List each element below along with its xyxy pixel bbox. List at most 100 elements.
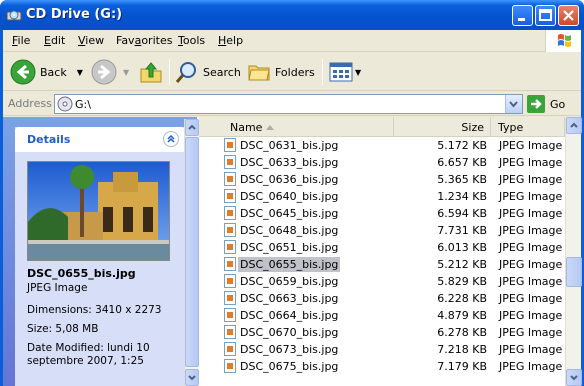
- back-button[interactable]: Back ▼: [10, 58, 83, 86]
- folders-button[interactable]: Folders: [247, 58, 315, 86]
- back-dropdown-arrow[interactable]: ▼: [77, 68, 83, 77]
- file-type: JPEG Image: [499, 292, 563, 305]
- image-thumbnail: [27, 161, 170, 261]
- file-row[interactable]: DSC_0631_bis.jpg 5.172 KB JPEG Image: [199, 137, 565, 154]
- file-size: 5.172 KB: [437, 139, 487, 152]
- scroll-up-button[interactable]: [185, 119, 199, 136]
- column-name[interactable]: Name: [199, 117, 394, 136]
- jpeg-file-icon: [224, 308, 236, 322]
- details-file-type: JPEG Image: [27, 282, 88, 294]
- title-bar[interactable]: CD Drive (G:): [0, 0, 584, 30]
- file-row[interactable]: DSC_0670_bis.jpg 6.278 KB JPEG Image: [199, 324, 565, 341]
- menu-view[interactable]: View: [78, 34, 104, 47]
- file-size: 6.228 KB: [437, 292, 487, 305]
- task-pane: Details DSC_0655_bis.jpg JPEG Image Dime…: [3, 117, 199, 386]
- file-row[interactable]: DSC_0675_bis.jpg 7.179 KB JPEG Image: [199, 358, 565, 375]
- scroll-thumb[interactable]: [185, 137, 199, 367]
- file-row[interactable]: DSC_0645_bis.jpg 6.594 KB JPEG Image: [199, 205, 565, 222]
- file-size: 7.218 KB: [437, 343, 487, 356]
- file-name: DSC_0663_bis.jpg: [240, 292, 339, 305]
- address-input[interactable]: G:\: [54, 94, 523, 114]
- column-type[interactable]: Type: [491, 117, 565, 136]
- toolbar-separator: [322, 59, 323, 85]
- content-area: Details DSC_0655_bis.jpg JPEG Image Dime…: [3, 117, 582, 386]
- scroll-up-button[interactable]: [566, 117, 582, 134]
- back-arrow-icon: [10, 59, 36, 85]
- file-row[interactable]: DSC_0640_bis.jpg 1.234 KB JPEG Image: [199, 188, 565, 205]
- up-folder-icon: [140, 62, 162, 83]
- search-button[interactable]: Search: [175, 58, 241, 86]
- collapse-icon[interactable]: [163, 131, 179, 147]
- file-name: DSC_0633_bis.jpg: [240, 156, 339, 169]
- file-size: 6.013 KB: [437, 241, 487, 254]
- menu-bar: File Edit View Favaorites Tools Help: [3, 30, 581, 52]
- file-name: DSC_0648_bis.jpg: [240, 224, 339, 237]
- menu-help[interactable]: Help: [218, 34, 243, 47]
- windows-logo: [545, 30, 581, 52]
- details-dimensions: Dimensions: 3410 x 2273: [27, 304, 162, 316]
- go-arrow-icon: [527, 95, 545, 113]
- jpeg-file-icon: [224, 138, 236, 152]
- details-file-name: DSC_0655_bis.jpg: [27, 267, 136, 280]
- folders-label: Folders: [275, 65, 315, 79]
- file-name: DSC_0655_bis.jpg: [238, 257, 341, 272]
- task-pane-scrollbar[interactable]: [184, 119, 199, 386]
- jpeg-file-icon: [224, 325, 236, 339]
- views-button[interactable]: ▼: [329, 58, 361, 86]
- menu-file[interactable]: File: [12, 34, 30, 47]
- scroll-down-button[interactable]: [185, 369, 199, 386]
- column-header: Name Size Type: [199, 117, 565, 137]
- file-row[interactable]: DSC_0663_bis.jpg 6.228 KB JPEG Image: [199, 290, 565, 307]
- forward-button[interactable]: ▼: [91, 58, 129, 86]
- scroll-down-button[interactable]: [566, 369, 582, 386]
- go-button[interactable]: Go: [527, 94, 565, 114]
- jpeg-file-icon: [224, 359, 236, 373]
- jpeg-file-icon: [224, 206, 236, 220]
- cd-icon: [57, 96, 73, 112]
- details-header[interactable]: Details: [15, 127, 185, 152]
- file-size: 5.365 KB: [437, 173, 487, 186]
- file-name: DSC_0670_bis.jpg: [240, 326, 339, 339]
- file-row[interactable]: DSC_0655_bis.jpg 5.212 KB JPEG Image: [199, 256, 565, 273]
- details-date-modified: Date Modified: lundi 10 septembre 2007, …: [27, 342, 150, 367]
- file-size: 6.278 KB: [437, 326, 487, 339]
- views-dropdown-arrow[interactable]: ▼: [355, 68, 361, 77]
- file-row[interactable]: DSC_0664_bis.jpg 4.879 KB JPEG Image: [199, 307, 565, 324]
- address-bar: Address G:\ Go: [3, 92, 581, 116]
- vertical-scrollbar[interactable]: [565, 117, 582, 386]
- file-type: JPEG Image: [499, 258, 563, 271]
- up-folder-button[interactable]: [139, 58, 163, 86]
- file-size: 1.234 KB: [437, 190, 487, 203]
- jpeg-file-icon: [224, 257, 236, 271]
- back-label: Back: [40, 65, 67, 79]
- column-size[interactable]: Size: [394, 117, 491, 136]
- menu-tools[interactable]: Tools: [178, 34, 205, 47]
- file-row[interactable]: DSC_0659_bis.jpg 5.829 KB JPEG Image: [199, 273, 565, 290]
- file-row[interactable]: DSC_0651_bis.jpg 6.013 KB JPEG Image: [199, 239, 565, 256]
- scroll-thumb[interactable]: [566, 257, 582, 287]
- jpeg-file-icon: [224, 223, 236, 237]
- forward-dropdown-arrow[interactable]: ▼: [123, 68, 129, 77]
- forward-arrow-icon: [91, 59, 117, 85]
- close-button[interactable]: [558, 5, 579, 26]
- file-type: JPEG Image: [499, 173, 563, 186]
- menu-edit[interactable]: Edit: [44, 34, 65, 47]
- file-size: 7.179 KB: [437, 360, 487, 373]
- file-row[interactable]: DSC_0648_bis.jpg 7.731 KB JPEG Image: [199, 222, 565, 239]
- jpeg-file-icon: [224, 240, 236, 254]
- minimize-button[interactable]: [512, 5, 533, 26]
- file-row[interactable]: DSC_0673_bis.jpg 7.218 KB JPEG Image: [199, 341, 565, 358]
- file-type: JPEG Image: [499, 224, 563, 237]
- file-size: 6.594 KB: [437, 207, 487, 220]
- file-type: JPEG Image: [499, 241, 563, 254]
- file-type: JPEG Image: [499, 139, 563, 152]
- file-size: 5.212 KB: [437, 258, 487, 271]
- file-row[interactable]: DSC_0636_bis.jpg 5.365 KB JPEG Image: [199, 171, 565, 188]
- file-row[interactable]: DSC_0633_bis.jpg 6.657 KB JPEG Image: [199, 154, 565, 171]
- jpeg-file-icon: [224, 155, 236, 169]
- menu-favorites[interactable]: Favaorites: [116, 34, 172, 47]
- address-dropdown-button[interactable]: [505, 95, 522, 113]
- file-name: DSC_0664_bis.jpg: [240, 309, 339, 322]
- maximize-button[interactable]: [535, 5, 556, 26]
- file-type: JPEG Image: [499, 309, 563, 322]
